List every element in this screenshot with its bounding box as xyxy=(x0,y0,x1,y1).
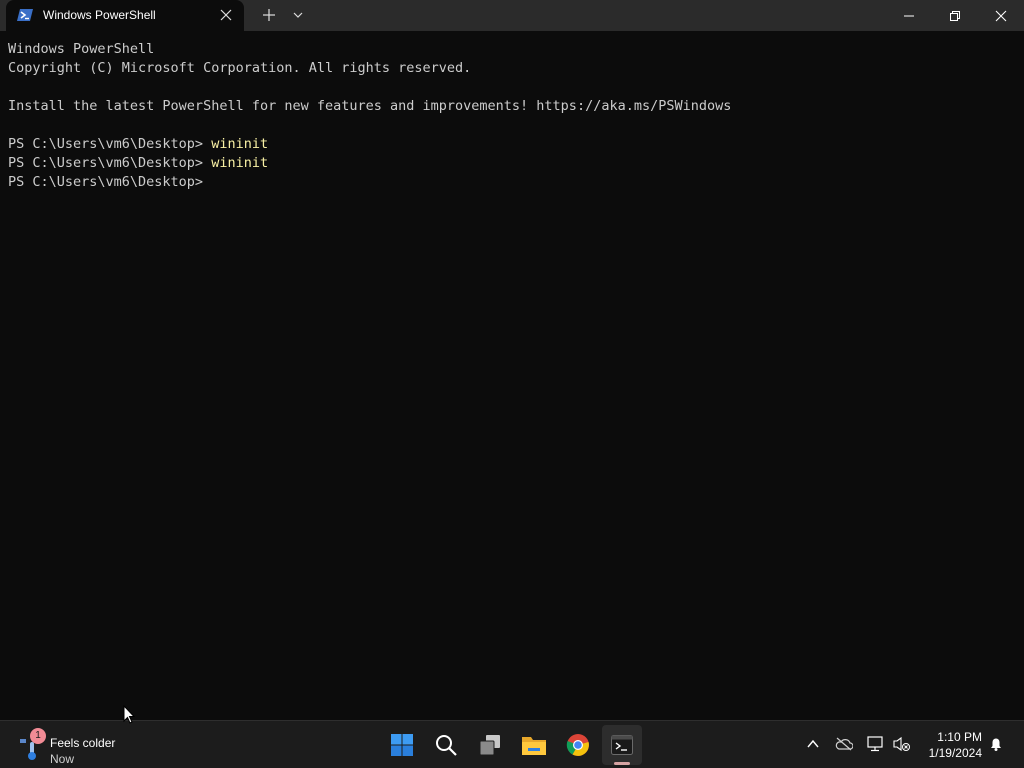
close-tab-icon[interactable] xyxy=(219,8,233,22)
chevron-up-icon xyxy=(807,739,819,748)
terminal-text: Install the latest PowerShell for new fe… xyxy=(8,98,732,114)
chevron-down-icon[interactable] xyxy=(291,8,305,22)
search-button[interactable] xyxy=(426,725,466,765)
clock-time: 1:10 PM xyxy=(937,730,982,744)
restore-button[interactable] xyxy=(932,0,978,31)
clock[interactable]: 1:10 PM 1/19/2024 xyxy=(912,729,982,761)
weather-title: Feels colder xyxy=(50,736,116,750)
mouse-cursor-icon xyxy=(123,705,135,724)
minimize-icon xyxy=(904,15,914,16)
tab-title: Windows PowerShell xyxy=(43,8,156,22)
terminal-icon xyxy=(611,735,633,755)
terminal-line: PS C:\Users\vm6\Desktop> xyxy=(8,173,1024,192)
search-icon xyxy=(436,735,457,756)
terminal-prompt: PS C:\Users\vm6\Desktop> xyxy=(8,155,212,171)
chrome-button[interactable] xyxy=(558,725,598,765)
terminal-text: Copyright (C) Microsoft Corporation. All… xyxy=(8,60,472,76)
volume-muted-icon xyxy=(893,736,910,752)
task-view-button[interactable] xyxy=(470,725,510,765)
terminal-command: wininit xyxy=(211,136,269,152)
bell-icon xyxy=(991,738,1001,751)
terminal-prompt: PS C:\Users\vm6\Desktop> xyxy=(8,174,212,190)
new-tab-icon[interactable] xyxy=(261,7,277,23)
chrome-icon xyxy=(566,734,589,756)
minimize-button[interactable] xyxy=(886,0,932,31)
network-tray-button[interactable] xyxy=(867,735,885,753)
show-hidden-icons-button[interactable] xyxy=(804,735,822,753)
close-icon xyxy=(995,10,1007,21)
start-button[interactable] xyxy=(382,725,422,765)
terminal-command: wininit xyxy=(211,155,269,171)
powershell-icon xyxy=(17,9,33,21)
volume-tray-button[interactable] xyxy=(893,735,911,753)
folder-icon xyxy=(522,737,546,755)
tab-windows-powershell[interactable]: Windows PowerShell xyxy=(6,0,244,31)
weather-badge: 1 xyxy=(30,728,46,744)
terminal-line: PS C:\Users\vm6\Desktop> wininit xyxy=(8,154,1024,173)
weather-subtitle: Now xyxy=(50,752,75,766)
clock-date: 1/19/2024 xyxy=(928,746,982,760)
task-view-icon xyxy=(479,735,500,756)
close-window-button[interactable] xyxy=(978,0,1024,31)
weather-widget[interactable]: 1 Feels colder Now xyxy=(18,728,128,766)
file-explorer-button[interactable] xyxy=(514,725,554,765)
terminal-output[interactable]: Windows PowerShell Copyright (C) Microso… xyxy=(0,31,1024,720)
onedrive-cloud-icon xyxy=(835,737,853,751)
terminal-prompt: PS C:\Users\vm6\Desktop> xyxy=(8,136,212,152)
terminal-button[interactable] xyxy=(602,725,642,765)
network-icon xyxy=(867,736,883,752)
terminal-line: Copyright (C) Microsoft Corporation. All… xyxy=(8,59,1024,78)
terminal-text: Windows PowerShell xyxy=(8,41,155,57)
active-app-indicator xyxy=(614,762,630,765)
onedrive-tray-button[interactable] xyxy=(835,735,853,753)
windows-start-icon xyxy=(391,734,413,756)
taskbar: 1 Feels colder Now 1:10 PM 1/19/2024 xyxy=(0,720,1024,768)
title-bar: Windows PowerShell xyxy=(0,0,1024,31)
terminal-line: PS C:\Users\vm6\Desktop> wininit xyxy=(8,135,1024,154)
restore-icon xyxy=(950,10,960,21)
terminal-line: Windows PowerShell xyxy=(8,40,1024,59)
terminal-line: Install the latest PowerShell for new fe… xyxy=(8,97,1024,116)
notifications-button[interactable] xyxy=(987,735,1005,753)
